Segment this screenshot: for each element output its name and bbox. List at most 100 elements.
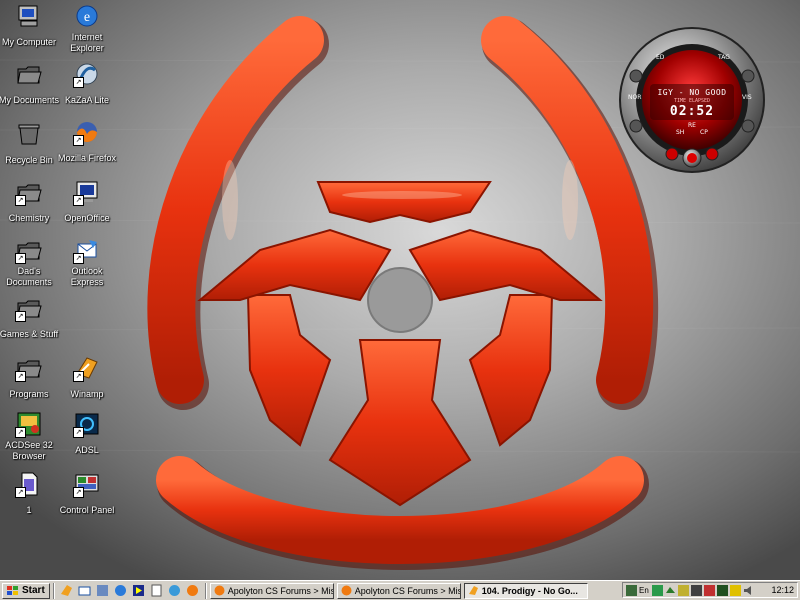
icon-label: Mozilla Firefox bbox=[57, 153, 116, 163]
recycle-bin-icon bbox=[15, 120, 43, 148]
vis-button[interactable]: VIS bbox=[742, 94, 752, 101]
adsl-icon: ↗ bbox=[73, 410, 101, 438]
task-label: Apolyton CS Forums > Mis... bbox=[354, 585, 461, 596]
clock[interactable]: 12:12 bbox=[771, 585, 794, 595]
firefox-icon bbox=[214, 585, 225, 596]
shortcut-arrow-icon: ↗ bbox=[73, 371, 84, 382]
tray-monitor-icon[interactable] bbox=[690, 584, 702, 596]
language-indicator[interactable]: En bbox=[639, 586, 649, 595]
icon-label: Chemistry bbox=[8, 213, 50, 223]
shortcut-arrow-icon: ↗ bbox=[73, 195, 84, 206]
shortcut-arrow-icon: ↗ bbox=[73, 135, 84, 146]
icon-label: Recycle Bin bbox=[5, 155, 53, 165]
taskbar-separator bbox=[204, 582, 207, 599]
desktop-icon-programs[interactable]: ↗ Programs bbox=[0, 354, 62, 402]
quicklaunch-globe-icon[interactable] bbox=[167, 583, 183, 599]
tray-windows-icon[interactable] bbox=[716, 584, 728, 596]
icon-label: 1 bbox=[26, 505, 32, 515]
tray-network-icon[interactable] bbox=[651, 584, 663, 596]
document-icon: ↗ bbox=[15, 470, 43, 498]
svg-text:e: e bbox=[84, 10, 90, 25]
desktop-icon-chemistry[interactable]: ↗ Chemistry bbox=[0, 178, 62, 226]
tray-flag-icon[interactable] bbox=[703, 584, 715, 596]
sh-button[interactable]: SH bbox=[676, 129, 684, 136]
tray-arrows-icon[interactable] bbox=[665, 585, 676, 596]
quicklaunch-media-icon[interactable] bbox=[131, 583, 147, 599]
my-computer-icon bbox=[15, 2, 43, 30]
tray-volume-icon[interactable] bbox=[743, 585, 754, 596]
quicklaunch-outlook-icon[interactable] bbox=[77, 583, 93, 599]
start-button[interactable]: Start bbox=[2, 582, 50, 599]
folder-icon bbox=[15, 60, 43, 88]
desktop-icon-my-computer[interactable]: My Computer bbox=[0, 2, 62, 50]
desktop-icon-games-stuff[interactable]: ↗ Games & Stuff bbox=[0, 294, 62, 342]
tray-shield-icon[interactable] bbox=[677, 584, 689, 596]
quicklaunch-firefox-icon[interactable] bbox=[185, 583, 201, 599]
taskbar: Start Apolyton CS Forums > Mis... Apolyt… bbox=[0, 580, 800, 600]
media-player-widget[interactable]: ED TAG NOR VIS IGY - NO GOOD TIME ELAPSE… bbox=[614, 18, 770, 182]
desktop-icon-1[interactable]: ↗ 1 bbox=[0, 470, 62, 518]
desktop-icon-acdsee[interactable]: ↗ ACDSee 32 Browser bbox=[0, 410, 62, 464]
shortcut-arrow-icon: ↗ bbox=[15, 253, 26, 264]
icon-label: My Documents bbox=[0, 95, 60, 105]
taskbar-separator bbox=[52, 582, 55, 599]
icon-label: Control Panel bbox=[59, 505, 115, 515]
desktop-icon-adsl[interactable]: ↗ ADSL bbox=[54, 410, 120, 458]
icon-label: ACDSee 32 Browser bbox=[5, 440, 53, 461]
cp-button[interactable]: CP bbox=[700, 129, 708, 136]
control-panel-icon: ↗ bbox=[73, 470, 101, 498]
shortcut-arrow-icon: ↗ bbox=[73, 253, 84, 264]
shortcut-arrow-icon: ↗ bbox=[15, 487, 26, 498]
re-button[interactable]: RE bbox=[688, 122, 696, 129]
desktop-icon-control-panel[interactable]: ↗ Control Panel bbox=[54, 470, 120, 518]
folder-icon: ↗ bbox=[15, 236, 43, 264]
icon-label: Dad's Documents bbox=[6, 266, 52, 287]
quicklaunch-app-icon[interactable] bbox=[95, 583, 111, 599]
task-label: 104. Prodigy - No Go... bbox=[481, 585, 578, 596]
tray-zonealarm-icon[interactable] bbox=[729, 584, 741, 596]
tray-app-icon[interactable] bbox=[626, 584, 637, 596]
desktop-icon-winamp[interactable]: ↗ Winamp bbox=[54, 354, 120, 402]
icon-label: My Computer bbox=[1, 37, 56, 47]
shortcut-arrow-icon: ↗ bbox=[15, 195, 26, 206]
firefox-icon bbox=[341, 585, 352, 596]
quicklaunch-winamp-icon[interactable] bbox=[59, 583, 75, 599]
taskbar-button-winamp[interactable]: 104. Prodigy - No Go... bbox=[463, 582, 588, 599]
taskbar-button-apolyton-2[interactable]: Apolyton CS Forums > Mis... bbox=[336, 582, 461, 599]
winamp-icon bbox=[468, 586, 478, 595]
desktop-icon-openoffice[interactable]: ↗ OpenOffice bbox=[54, 178, 120, 226]
taskbar-button-apolyton-1[interactable]: Apolyton CS Forums > Mis... bbox=[209, 582, 334, 599]
icon-label: Games & Stuff bbox=[0, 329, 59, 339]
shortcut-arrow-icon: ↗ bbox=[15, 311, 26, 322]
firefox-icon: ↗ bbox=[73, 118, 101, 146]
quicklaunch-notepad-icon[interactable] bbox=[149, 583, 165, 599]
tag-button[interactable]: TAG bbox=[718, 54, 730, 61]
outlook-express-icon: ↗ bbox=[73, 236, 101, 264]
system-tray: En 12:12 bbox=[622, 582, 798, 598]
folder-icon: ↗ bbox=[15, 178, 43, 206]
shortcut-arrow-icon: ↗ bbox=[15, 427, 26, 438]
desktop-icon-kazaa[interactable]: ↗ KaZaA Lite bbox=[54, 60, 120, 108]
icon-label: Internet Explorer bbox=[70, 32, 104, 53]
shortcut-arrow-icon: ↗ bbox=[73, 427, 84, 438]
shortcut-arrow-icon: ↗ bbox=[15, 371, 26, 382]
folder-icon: ↗ bbox=[15, 294, 43, 322]
nor-button[interactable]: NOR bbox=[628, 94, 641, 101]
quicklaunch-ie-icon[interactable] bbox=[113, 583, 129, 599]
icon-label: Programs bbox=[9, 389, 49, 399]
internet-explorer-icon: e bbox=[73, 2, 101, 30]
task-label: Apolyton CS Forums > Mis... bbox=[227, 585, 334, 596]
shortcut-arrow-icon: ↗ bbox=[73, 487, 84, 498]
icon-label: KaZaA Lite bbox=[64, 95, 110, 105]
openoffice-icon: ↗ bbox=[73, 178, 101, 206]
desktop-icon-dads-documents[interactable]: ↗ Dad's Documents bbox=[0, 236, 62, 290]
track-title: IGY - NO GOOD bbox=[657, 88, 727, 97]
desktop-icon-my-documents[interactable]: My Documents bbox=[0, 60, 62, 108]
desktop-icon-outlook-express[interactable]: ↗ Outlook Express bbox=[54, 236, 120, 290]
ed-button[interactable]: ED bbox=[656, 54, 664, 61]
desktop-icon-recycle-bin[interactable]: Recycle Bin bbox=[0, 120, 62, 168]
desktop-icon-internet-explorer[interactable]: e Internet Explorer bbox=[54, 2, 120, 56]
winamp-icon: ↗ bbox=[73, 354, 101, 382]
acdsee-icon: ↗ bbox=[15, 410, 43, 438]
desktop-icon-firefox[interactable]: ↗ Mozilla Firefox bbox=[54, 118, 120, 166]
